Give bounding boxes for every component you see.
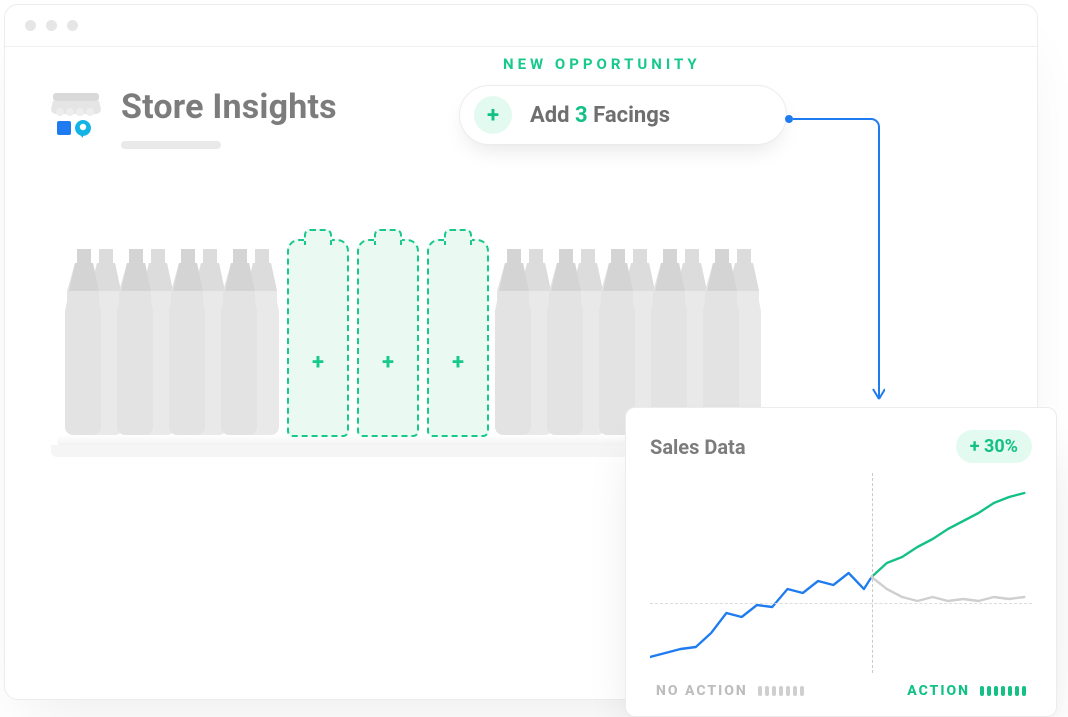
- add-suffix: Facings: [593, 103, 670, 128]
- sales-data-card: Sales Data + 30% NO ACTION ACTION: [625, 407, 1057, 717]
- add-facings-button[interactable]: + Add 3 Facings: [459, 85, 787, 145]
- plus-icon: +: [359, 350, 417, 375]
- chart-gridline: [650, 603, 1032, 604]
- page-title: Store Insights: [121, 87, 337, 127]
- add-count: 3: [575, 103, 588, 128]
- ghost-facing[interactable]: +: [357, 239, 419, 437]
- chart-series-baseline: [650, 573, 872, 657]
- sales-card-title: Sales Data: [650, 435, 746, 459]
- content-area: Store Insights NEW OPPORTUNITY + Add 3 F…: [5, 47, 1037, 699]
- window-control-dot[interactable]: [25, 20, 36, 31]
- legend-no-action-label: NO ACTION: [656, 683, 748, 699]
- add-prefix: Add: [530, 103, 570, 128]
- bottle: [537, 247, 595, 437]
- plus-icon: +: [289, 350, 347, 375]
- legend-no-action-swatch: [758, 686, 804, 696]
- sales-chart: [650, 473, 1032, 673]
- sales-delta-badge: + 30%: [956, 430, 1032, 463]
- chart-split-line: [872, 473, 873, 673]
- add-facings-text: Add 3 Facings: [530, 103, 670, 128]
- chart-series-no-action: [872, 577, 1025, 601]
- window-control-dot[interactable]: [67, 20, 78, 31]
- ghost-facing[interactable]: +: [427, 239, 489, 437]
- sales-card-header: Sales Data + 30%: [650, 430, 1032, 463]
- store-icon: [49, 87, 103, 141]
- page-title-block: Store Insights: [121, 87, 337, 149]
- bottle: [107, 247, 165, 437]
- app-window: Store Insights NEW OPPORTUNITY + Add 3 F…: [4, 4, 1038, 700]
- window-titlebar: [5, 5, 1037, 47]
- bottle: [55, 247, 113, 437]
- window-control-dot[interactable]: [46, 20, 57, 31]
- chart-series-action: [872, 493, 1025, 577]
- legend-action-label: ACTION: [907, 683, 970, 699]
- ghost-facing[interactable]: +: [287, 239, 349, 437]
- opportunity-label: NEW OPPORTUNITY: [503, 55, 701, 73]
- page-subtitle-skeleton: [121, 141, 221, 149]
- plus-icon: +: [474, 96, 512, 134]
- ghost-facings-row: + + +: [287, 239, 489, 437]
- plus-icon: +: [429, 350, 487, 375]
- bottle: [485, 247, 543, 437]
- sales-legend: NO ACTION ACTION: [650, 673, 1032, 699]
- legend-action-swatch: [980, 686, 1026, 696]
- legend-no-action: NO ACTION: [656, 683, 804, 699]
- bottle: [159, 247, 217, 437]
- legend-action: ACTION: [907, 683, 1026, 699]
- bottle: [211, 247, 269, 437]
